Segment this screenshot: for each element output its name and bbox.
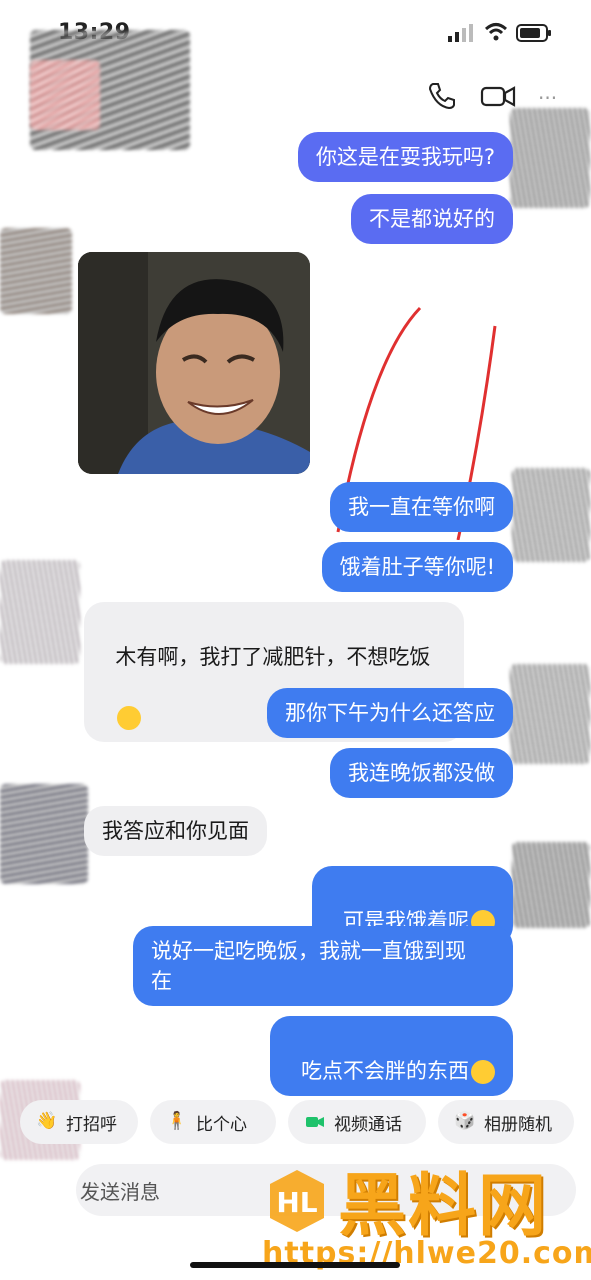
message-input-placeholder[interactable]: 发送消息 [80, 1176, 160, 1205]
wave-icon: 👋 [36, 1111, 58, 1131]
redaction-scribble [30, 60, 100, 130]
watermark-title: 黑料网 [338, 1167, 549, 1246]
quick-action-heart[interactable]: 🧍 比个心 [150, 1100, 276, 1144]
message-bubble-outgoing[interactable]: 不是都说好的 [351, 194, 513, 244]
signal-icon [448, 24, 473, 42]
redaction-scribble [512, 468, 590, 562]
message-bubble-outgoing[interactable]: 那你下午为什么还答应 [267, 688, 513, 738]
message-bubble-outgoing[interactable]: 你这是在耍我玩吗? [297, 132, 513, 182]
redaction-scribble [510, 664, 590, 764]
redaction-scribble [510, 108, 590, 208]
battery-icon [516, 24, 551, 42]
laughing-tears-emoji-icon [471, 1060, 495, 1084]
meme-photo[interactable] [78, 252, 310, 474]
message-bubble-outgoing[interactable]: 吃点不会胖的东西 [269, 1016, 513, 1096]
redaction-scribble [0, 228, 72, 314]
more-options-icon[interactable]: ··· [538, 86, 557, 110]
message-bubble-outgoing[interactable]: 饿着肚子等你呢! [321, 542, 513, 592]
heart-gesture-icon: 🧍 [166, 1111, 188, 1131]
laughing-tears-emoji-icon [117, 706, 142, 730]
watermark-logo: HL [270, 1170, 324, 1232]
message-text: 吃点不会胖的东西 [301, 1059, 469, 1083]
home-indicator [190, 1262, 400, 1268]
laughing-man-image [78, 252, 310, 474]
dice-icon: 🎲 [454, 1111, 476, 1131]
svg-text:HL: HL [276, 1186, 317, 1219]
message-bubble-outgoing[interactable]: 我连晚饭都没做 [330, 748, 513, 798]
quick-action-video-call[interactable]: 视频通话 [288, 1100, 426, 1144]
redaction-scribble [0, 784, 88, 884]
redaction-scribble [512, 842, 590, 928]
quick-action-random-album[interactable]: 🎲 相册随机 [438, 1100, 574, 1144]
video-call-icon [306, 1117, 324, 1127]
message-text: 木有啊，我打了减肥针，不想吃饭 [115, 645, 431, 669]
video-call-icon[interactable] [480, 80, 516, 112]
message-bubble-outgoing[interactable]: 说好一起吃晚饭，我就一直饿到现 在 [133, 926, 513, 1006]
redaction-scribble [0, 560, 80, 664]
quick-action-wave[interactable]: 👋 打招呼 [20, 1100, 138, 1144]
wifi-icon [484, 23, 508, 41]
message-bubble-incoming[interactable]: 我答应和你见面 [84, 806, 267, 856]
message-bubble-outgoing[interactable]: 我一直在等你啊 [330, 482, 513, 532]
phone-call-icon[interactable] [426, 80, 458, 112]
